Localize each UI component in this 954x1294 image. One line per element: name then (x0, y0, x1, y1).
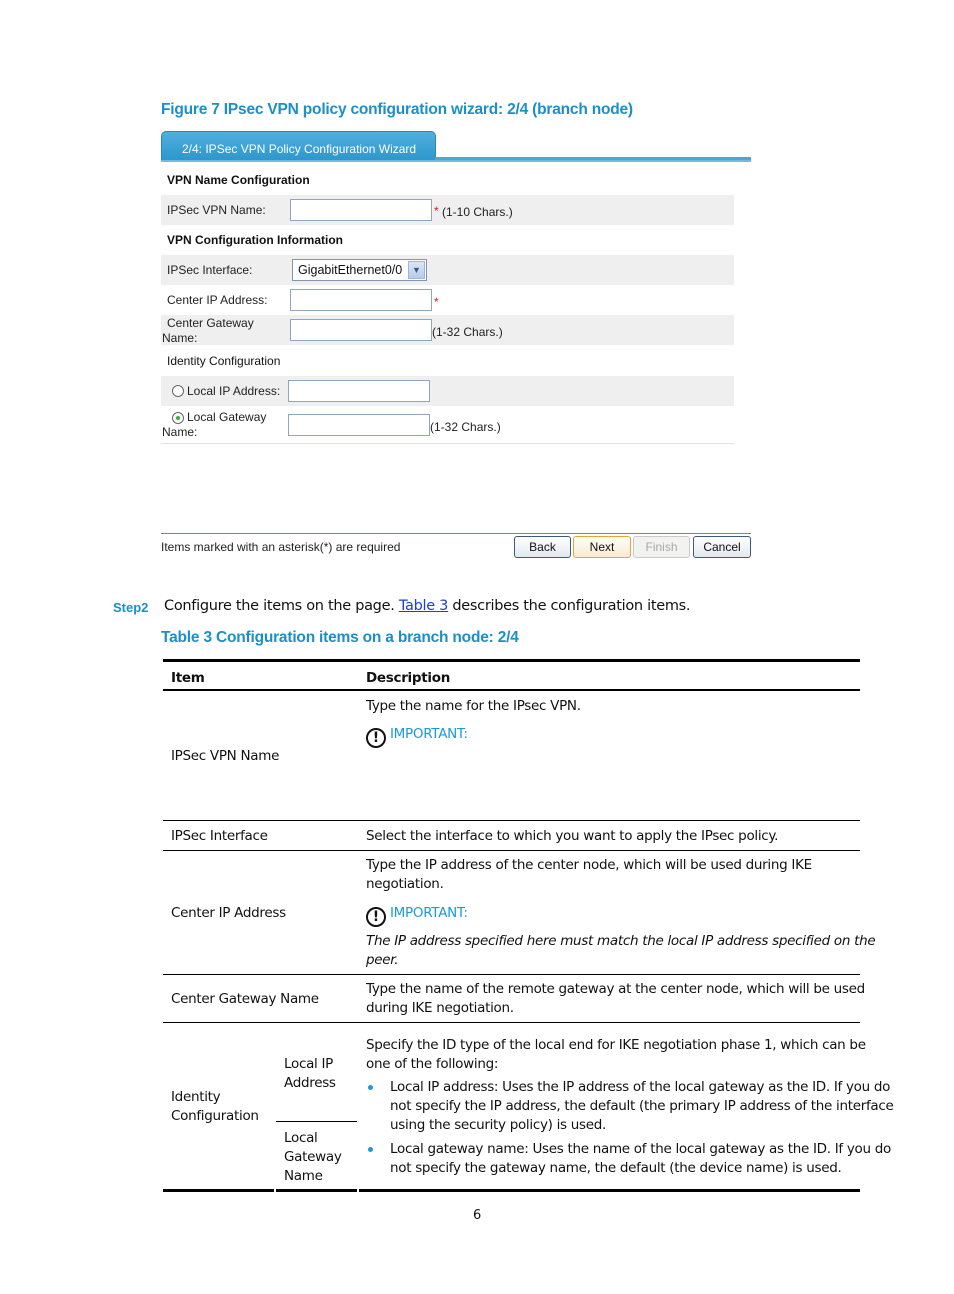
identity-intro-line2: one of the following: (366, 1056, 499, 1072)
step-label: Step2 (113, 600, 149, 615)
exclamation-circle-icon: ! (366, 728, 386, 748)
step-text: Configure the items on the page. Table 3… (164, 598, 691, 614)
center-ip-label: Center IP Address: (167, 293, 268, 307)
next-button[interactable]: Next (573, 536, 631, 558)
important-note: ! IMPORTANT: (366, 725, 468, 748)
bullet2-line2: not specify the gateway name, the defaul… (390, 1160, 842, 1176)
required-note: Items marked with an asterisk(*) are req… (161, 540, 401, 554)
figure-caption: Figure 7 IPsec VPN policy configuration … (161, 101, 633, 118)
section-vpn-config: VPN Configuration Information (167, 233, 343, 247)
required-asterisk: * (434, 204, 439, 218)
table-bottom-rule (276, 1189, 357, 1192)
sub-local-ip-line2: Address (284, 1075, 336, 1091)
ipsec-interface-select[interactable]: GigabitEthernet0/0 ▼ (292, 259, 427, 281)
center-gateway-input[interactable] (290, 319, 432, 341)
ipsec-vpn-name-hint: (1-10 Chars.) (442, 205, 513, 219)
ipsec-interface-label: IPSec Interface: (167, 263, 253, 277)
local-gateway-label-line2: Name: (162, 425, 198, 439)
row-interface-item: IPSec Interface (171, 828, 268, 844)
bullet1-line2: not specify the IP address, the default … (390, 1098, 894, 1114)
sub-local-gateway-line1: Local (284, 1130, 318, 1146)
ipsec-vpn-name-input[interactable] (290, 199, 432, 221)
required-asterisk: * (434, 295, 439, 309)
center-ip-input[interactable] (290, 289, 432, 311)
step-text-after: describes the configuration items. (448, 598, 691, 614)
local-ip-radio[interactable] (172, 385, 184, 397)
local-gateway-input[interactable] (288, 414, 430, 436)
sub-local-gateway-line3: Name (284, 1168, 323, 1184)
row-local-gateway: Local Gateway Name: (1-32 Chars.) (161, 406, 734, 443)
row-rule (163, 850, 860, 851)
local-gateway-label-line1: Local Gateway (187, 410, 267, 424)
wizard-tab[interactable]: 2/4: IPSec VPN Policy Configuration Wiza… (161, 131, 436, 161)
row-local-ip: Local IP Address: (161, 376, 734, 406)
row-ipsec-interface: IPSec Interface: GigabitEthernet0/0 ▼ (161, 255, 734, 285)
row-center-ip: Center IP Address: * (161, 285, 734, 315)
bullet2-line1: Local gateway name: Uses the name of the… (390, 1141, 891, 1157)
bullet1-line3: using the security policy) is used. (390, 1117, 607, 1133)
row-center-gateway: Center Gateway Name: (1-32 Chars.) (161, 315, 734, 345)
row-center-ip-desc-line2: negotiation. (366, 876, 444, 892)
table-caption: Table 3 Configuration items on a branch … (161, 629, 519, 646)
ipsec-vpn-name-label: IPSec VPN Name: (167, 203, 266, 217)
exclamation-circle-icon: ! (366, 907, 386, 927)
back-button[interactable]: Back (514, 536, 571, 558)
row-center-ip-note-line1: The IP address specified here must match… (366, 933, 876, 949)
table-bottom-rule (163, 1189, 274, 1192)
row-center-ip-note-line2: peer. (366, 952, 399, 968)
center-gateway-label-line2: Name: (162, 331, 198, 345)
local-ip-input[interactable] (288, 380, 430, 402)
section-identity: Identity Configuration (167, 354, 281, 368)
header-item: Item (171, 670, 205, 686)
sub-local-gateway-line2: Gateway (284, 1149, 342, 1165)
center-gateway-hint: (1-32 Chars.) (432, 325, 503, 339)
finish-button: Finish (633, 536, 690, 558)
ipsec-interface-selected: GigabitEthernet0/0 (298, 263, 403, 277)
table-bottom-rule (359, 1189, 860, 1192)
section-vpn-name: VPN Name Configuration (167, 173, 310, 187)
bullet-icon (368, 1085, 373, 1090)
page-number: 6 (473, 1208, 482, 1223)
important-label: IMPORTANT: (390, 726, 468, 742)
bullet-icon (368, 1147, 373, 1152)
row-rule (163, 1022, 860, 1023)
form-divider (161, 443, 734, 444)
center-gateway-label-line1: Center Gateway (167, 316, 254, 330)
row-identity-item-line1: Identity (171, 1089, 221, 1105)
header-rule (163, 689, 860, 691)
row-identity-item-line2: Configuration (171, 1108, 259, 1124)
row-ipsec-vpn-name: IPSec VPN Name: * (1-10 Chars.) (161, 195, 734, 225)
step-text-before: Configure the items on the page. (164, 598, 399, 614)
local-ip-label: Local IP Address: (187, 384, 281, 398)
wizard-screenshot: 2/4: IPSec VPN Policy Configuration Wiza… (161, 131, 751, 561)
row-vpn-name-desc: Type the name for the IPsec VPN. (366, 698, 581, 714)
important-note: ! IMPORTANT: (366, 904, 468, 927)
row-center-ip-desc-line1: Type the IP address of the center node, … (366, 857, 812, 873)
sub-row-rule (276, 1121, 357, 1122)
local-gateway-hint: (1-32 Chars.) (430, 420, 501, 434)
cancel-button[interactable]: Cancel (693, 536, 751, 558)
table-top-rule (163, 659, 860, 662)
local-gateway-label: Local Gateway Name: (162, 410, 266, 440)
center-gateway-label: Center Gateway Name: (162, 316, 254, 346)
chevron-down-icon[interactable]: ▼ (408, 261, 425, 279)
row-vpn-name-item: IPSec VPN Name (171, 748, 280, 764)
row-center-gateway-item: Center Gateway Name (171, 991, 319, 1007)
tab-baseline (161, 160, 751, 162)
row-center-ip-item: Center IP Address (171, 905, 286, 921)
row-rule (163, 974, 860, 975)
important-label: IMPORTANT: (390, 905, 468, 921)
header-description: Description (366, 670, 451, 686)
row-rule (163, 820, 860, 821)
table-3-link[interactable]: Table 3 (399, 598, 449, 614)
row-center-gateway-desc-line2: during IKE negotiation. (366, 1000, 514, 1016)
sub-local-ip-line1: Local IP (284, 1056, 334, 1072)
bullet1-line1: Local IP address: Uses the IP address of… (390, 1079, 891, 1095)
row-interface-desc: Select the interface to which you want t… (366, 828, 779, 844)
identity-intro-line1: Specify the ID type of the local end for… (366, 1037, 866, 1053)
row-center-gateway-desc-line1: Type the name of the remote gateway at t… (366, 981, 865, 997)
footer-divider (161, 533, 751, 534)
